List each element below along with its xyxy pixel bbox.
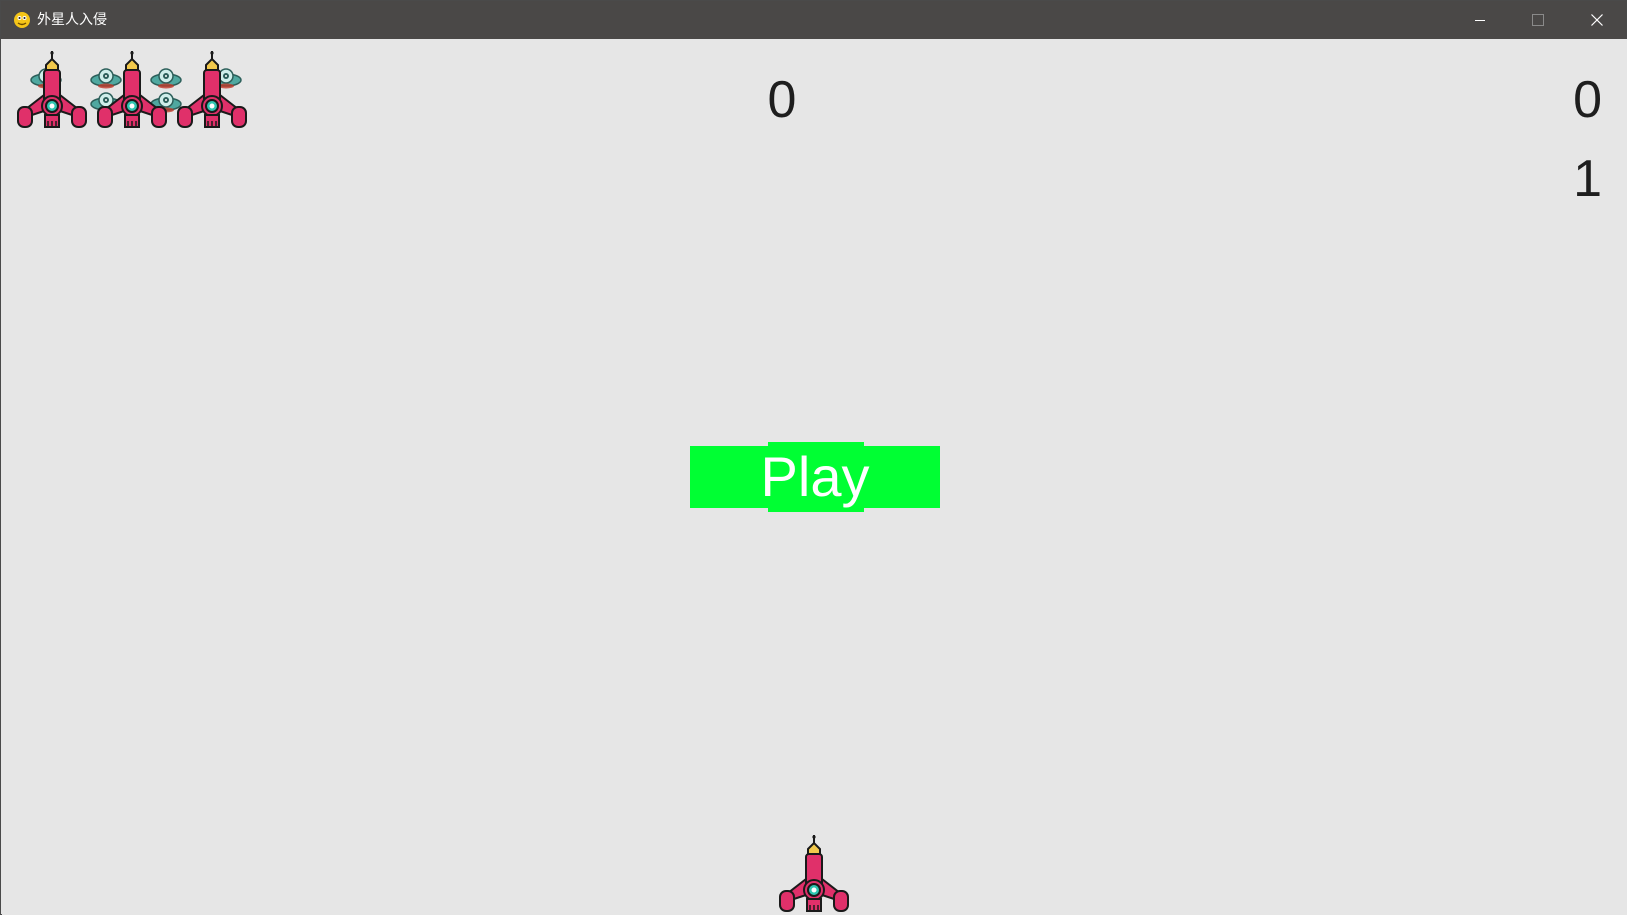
level-display: 1 [1573,150,1602,208]
minimize-button[interactable] [1451,1,1509,39]
window-title: 外星人入侵 [37,12,107,28]
ship-life-icon [177,51,247,128]
ship-life-icon [97,51,167,128]
score-display: 0 [767,71,797,129]
close-icon [1591,14,1603,26]
pygame-snake-icon [14,12,30,28]
play-button-label[interactable]: Play [690,446,940,508]
high-score-display: 0 [1573,71,1602,129]
game-window: 外星人入侵 0 0 1 Play [0,0,1627,915]
maximize-button[interactable] [1509,1,1567,39]
title-bar[interactable]: 外星人入侵 [1,1,1626,39]
maximize-icon [1532,14,1544,26]
minimize-icon [1475,20,1485,21]
player-ship [779,835,849,912]
ship-life-icon [17,51,87,128]
close-button[interactable] [1568,1,1626,39]
game-canvas[interactable]: 0 0 1 Play [2,39,1627,915]
